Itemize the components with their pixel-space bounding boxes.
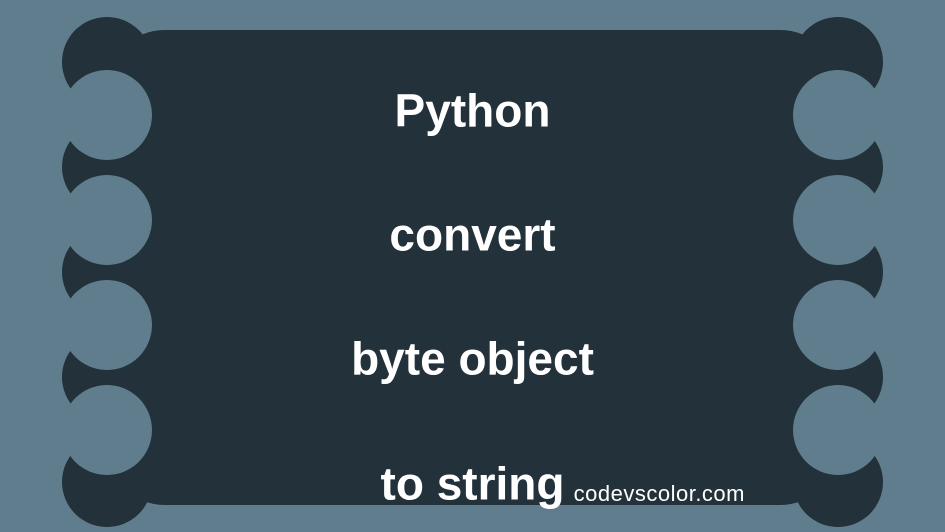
- title-line: byte object: [351, 333, 594, 385]
- title-text: Python convert byte object to string: [351, 18, 594, 515]
- right-wave-in: [793, 70, 883, 160]
- title-line: Python: [395, 85, 551, 137]
- right-wave-in: [793, 280, 883, 370]
- right-wave-in: [793, 175, 883, 265]
- left-wave-in: [62, 280, 152, 370]
- left-wave-in: [62, 70, 152, 160]
- title-line: convert: [389, 209, 555, 261]
- left-wave-in: [62, 175, 152, 265]
- footer-site: codevscolor.com: [574, 481, 745, 507]
- left-wave-in: [62, 385, 152, 475]
- right-wave-in: [793, 385, 883, 475]
- title-line: to string: [381, 457, 565, 509]
